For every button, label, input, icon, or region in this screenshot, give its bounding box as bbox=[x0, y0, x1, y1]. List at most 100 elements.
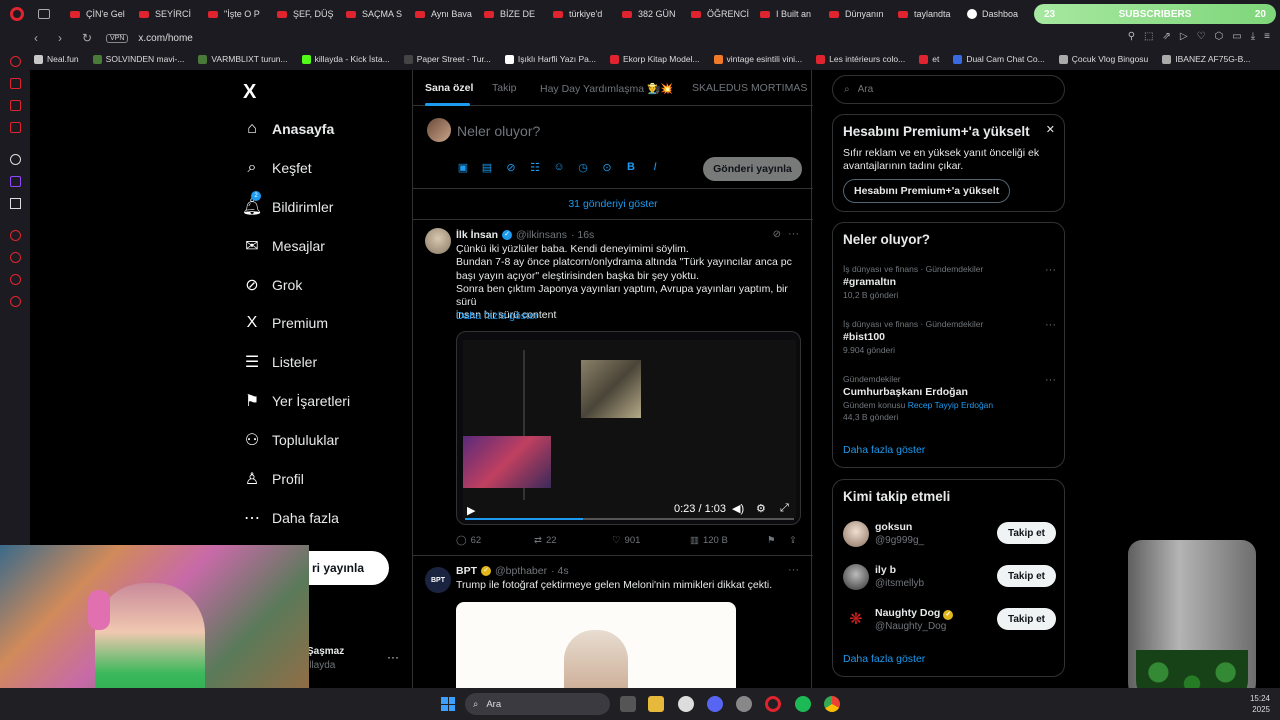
bookmark-item[interactable]: Ekorp Kitap Model... bbox=[610, 54, 700, 64]
bookmark-item[interactable]: et bbox=[919, 54, 939, 64]
pin-icon[interactable]: ⚲ bbox=[1128, 31, 1135, 42]
tab-skaledus[interactable]: SKALEDUS MORTIMAS bbox=[692, 82, 807, 94]
browser-tab[interactable]: I Built an bbox=[756, 0, 825, 28]
volume-icon[interactable]: ◀) bbox=[732, 502, 744, 515]
discord-icon[interactable] bbox=[707, 696, 723, 712]
task-view-icon[interactable] bbox=[620, 696, 636, 712]
sidebar-item-bookmark[interactable]: ⚑ Yer İşaretleri bbox=[243, 389, 350, 413]
tweet-time[interactable]: · 16s bbox=[571, 229, 594, 241]
compose-post-button[interactable]: Gönderi yayınla bbox=[703, 157, 802, 181]
browser-tab[interactable]: ÖĞRENCİ bbox=[687, 0, 756, 28]
bookmark-tweet-icon[interactable]: ⚑ bbox=[767, 535, 776, 546]
download-icon[interactable]: ⤓ bbox=[1251, 31, 1255, 42]
settings-icon[interactable] bbox=[10, 296, 21, 307]
bookmark-item[interactable]: SOLVINDEN mavi-... bbox=[92, 54, 184, 64]
obs-icon[interactable] bbox=[678, 696, 694, 712]
tweet-author-handle[interactable]: @bpthaber bbox=[495, 565, 547, 577]
browser-tab[interactable]: ŞEF, DÜŞ bbox=[273, 0, 342, 28]
sidebar-item-profile[interactable]: ♙ Profil bbox=[243, 467, 304, 491]
taskbar-search[interactable]: ⌕ Ara bbox=[465, 693, 610, 715]
browser-tab[interactable]: BİZE DE bbox=[480, 0, 549, 28]
play-icon[interactable]: ▷ bbox=[1180, 31, 1188, 42]
trend-item[interactable]: İş dünyası ve finans · Gündemdekiler #bi… bbox=[843, 319, 1056, 355]
paw-avatar-icon[interactable]: ❋ bbox=[843, 607, 869, 633]
follow-suggestion[interactable]: ❋ Naughty Dog ✓ @Naughty_Dog Takip et bbox=[843, 605, 1056, 635]
system-clock[interactable]: 15:24 2025 bbox=[1250, 693, 1270, 715]
account-name[interactable]: Şaşmaz bbox=[307, 646, 344, 657]
tweet-author-name[interactable]: BPT bbox=[456, 565, 477, 577]
tweet-author-handle[interactable]: @ilkinsans bbox=[516, 229, 567, 241]
spotify-icon[interactable] bbox=[795, 696, 811, 712]
reply-button[interactable]: ◯ 62 bbox=[456, 535, 481, 546]
tweet-more-icon[interactable]: ··· bbox=[788, 228, 799, 240]
tab-overview-icon[interactable] bbox=[38, 9, 50, 19]
avatar[interactable] bbox=[843, 521, 869, 547]
bookmark-item[interactable]: VARMBLIXT turun... bbox=[198, 54, 288, 64]
views-button[interactable]: ▥ 120 B bbox=[690, 535, 728, 546]
account-handle[interactable]: illayda bbox=[307, 660, 335, 671]
chrome-icon[interactable] bbox=[824, 696, 840, 712]
x-app-icon[interactable] bbox=[10, 198, 21, 209]
search-bar[interactable]: ⌕ bbox=[832, 75, 1065, 104]
bookmark-item[interactable]: Paper Street - Tur... bbox=[403, 54, 491, 64]
avatar[interactable] bbox=[843, 564, 869, 590]
extensions-icon[interactable]: ⬡ bbox=[1215, 31, 1224, 42]
opera-taskbar-icon[interactable] bbox=[765, 696, 781, 712]
chat-icon[interactable] bbox=[10, 78, 21, 89]
premium-upgrade-button[interactable]: Hesabını Premium+'a yükselt bbox=[843, 179, 1011, 203]
schedule-icon[interactable]: ◷ bbox=[577, 161, 589, 174]
tweet-author-name[interactable]: İlk İnsan bbox=[456, 229, 498, 241]
browser-tab[interactable]: taylandta bbox=[894, 0, 963, 28]
tab-for-you[interactable]: Sana özel bbox=[425, 82, 473, 94]
menu-icon[interactable]: ≡ bbox=[1264, 31, 1270, 42]
search-input[interactable] bbox=[857, 84, 1038, 95]
follow-suggestion[interactable]: goksun @9g999g_ Takip et bbox=[843, 519, 1056, 549]
browser-tab[interactable]: SAÇMA S bbox=[342, 0, 411, 28]
twitch-icon[interactable] bbox=[10, 176, 21, 187]
tweet-more-icon[interactable]: ··· bbox=[788, 564, 799, 576]
steam-icon[interactable] bbox=[736, 696, 752, 712]
browser-tab[interactable]: 382 GÜN bbox=[618, 0, 687, 28]
bookmark-item[interactable]: Işıklı Harfli Yazı Pa... bbox=[504, 54, 596, 64]
tweet-avatar[interactable] bbox=[425, 228, 451, 254]
bookmark-item[interactable]: Neal.fun bbox=[34, 54, 79, 64]
back-arrow-icon[interactable]: ‹ bbox=[34, 31, 46, 45]
browser-tab[interactable]: Aynı Bava bbox=[411, 0, 480, 28]
follow-button[interactable]: Takip et bbox=[997, 522, 1056, 544]
url-field[interactable]: x.com/home bbox=[138, 33, 192, 44]
tab-hay-day[interactable]: Hay Day Yardımlaşma 👨‍🌾💥 bbox=[540, 82, 673, 95]
bookmark-item[interactable]: Dual Cam Chat Co... bbox=[953, 54, 1045, 64]
windows-start-icon[interactable] bbox=[441, 697, 455, 711]
grok-compose-icon[interactable]: ⊘ bbox=[505, 161, 517, 174]
tweet-image[interactable] bbox=[456, 602, 736, 692]
player-icon[interactable] bbox=[10, 230, 21, 241]
show-more-link[interactable]: Daha fazla göster bbox=[456, 310, 538, 322]
trend-more-icon[interactable]: ··· bbox=[1045, 374, 1056, 386]
location-icon[interactable]: ⊙ bbox=[601, 161, 613, 174]
opera-logo-icon[interactable] bbox=[10, 7, 24, 21]
aria-icon[interactable] bbox=[10, 154, 21, 165]
browser-tab[interactable]: ÇİN'e Gel bbox=[66, 0, 135, 28]
grok-explain-icon[interactable]: ⊘ bbox=[773, 229, 781, 240]
bookmark-item[interactable]: Çocuk Vlog Bingosu bbox=[1058, 54, 1148, 64]
video-settings-icon[interactable]: ⚙ bbox=[756, 502, 766, 515]
share-tweet-icon[interactable]: ⇪ bbox=[789, 535, 797, 546]
italic-icon[interactable]: I bbox=[649, 161, 661, 174]
who-to-follow-show-more[interactable]: Daha fazla göster bbox=[843, 653, 925, 665]
sidebar-item-x-premium[interactable]: X Premium bbox=[243, 311, 328, 335]
trends-show-more[interactable]: Daha fazla göster bbox=[843, 444, 925, 456]
tweet-avatar[interactable]: BPT bbox=[425, 567, 451, 593]
show-new-posts[interactable]: 31 gönderiyi göster bbox=[413, 188, 813, 220]
like-button[interactable]: ♡ 901 bbox=[612, 535, 640, 546]
emoji-icon[interactable]: ☺ bbox=[553, 161, 565, 174]
wallet-icon[interactable]: ▭ bbox=[1232, 31, 1241, 42]
bookmark-item[interactable]: Les intérieurs colo... bbox=[816, 54, 905, 64]
bookmark-item[interactable]: killayda - Kick İsta... bbox=[301, 54, 390, 64]
file-explorer-icon[interactable] bbox=[648, 696, 664, 712]
account-more-icon[interactable]: ··· bbox=[387, 650, 399, 664]
share-icon[interactable]: ⇗ bbox=[1162, 31, 1170, 42]
follow-suggestion[interactable]: ily b @itsmellyb Takip et bbox=[843, 562, 1056, 592]
sidebar-item-more-circle[interactable]: ⋯ Daha fazla bbox=[243, 506, 339, 530]
browser-tab[interactable]: Dünyanın bbox=[825, 0, 894, 28]
vpn-badge[interactable]: VPN bbox=[106, 33, 129, 43]
